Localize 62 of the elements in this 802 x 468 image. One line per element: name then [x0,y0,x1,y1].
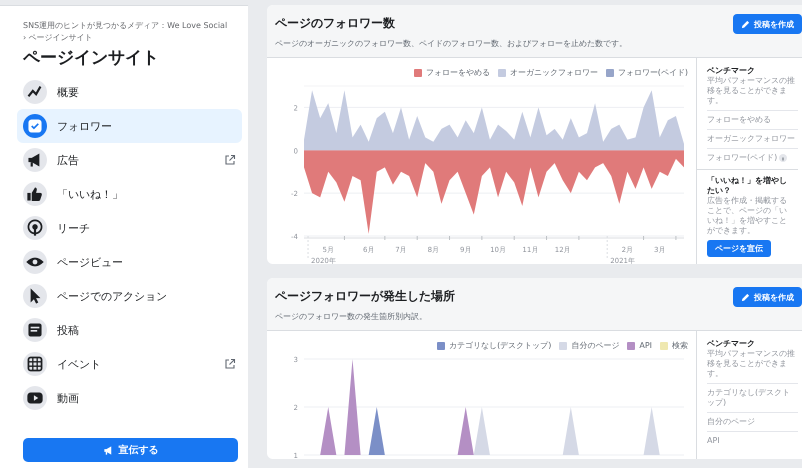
pencil-icon [741,292,750,302]
benchmark-metric: フォローをやめる [707,115,771,125]
sidebar-item-label: ページでのアクション [57,288,168,304]
card-description: ページのフォロワー数の発生箇所別内訳。 [275,311,428,322]
promo-description: 広告を作成・掲載することで、ページの「いいね！」を増やすことができます。 [707,196,788,236]
legend-label: 自分のページ [571,340,620,351]
thumbs-up-icon [23,182,47,206]
promote-page-button[interactable]: ページを宣伝 [707,240,771,257]
benchmark-metric: API [707,436,720,446]
breadcrumb-link[interactable]: SNS運用のヒントが見つかるメディア：We Love Social [23,20,248,32]
benchmark-metric: 自分のページ [707,417,755,427]
sidebar-item[interactable]: 広告 [17,143,242,177]
create-post-button[interactable]: 投稿を作成 [733,287,802,307]
breadcrumb-current: › ページインサイト [23,32,94,44]
document-icon [23,318,47,342]
benchmark-metric: フォロワー(ペイド) [707,153,778,163]
legend-label: フォロワー(ペイド) [618,67,688,78]
sidebar-item-label: ページビュー [57,254,124,270]
cursor-icon [23,284,47,308]
play-icon [23,386,47,410]
promote-button[interactable]: 宣伝する [23,438,238,462]
benchmark-title: ベンチマーク [707,339,756,349]
page-title: ページインサイト [22,47,160,70]
megaphone-icon [102,444,114,456]
card-title: ページのフォロワー数 [275,15,396,32]
sidebar-item-label: 動画 [57,390,80,406]
sidebar-item[interactable]: リーチ [17,211,242,245]
sidebar-item-label: リーチ [57,220,91,236]
sidebar-item-label: 投稿 [57,322,80,338]
legend-label: 検索 [672,340,688,351]
sidebar-item[interactable]: 動画 [17,381,242,415]
sidebar-item[interactable]: 投稿 [17,313,242,347]
benchmark-description: 平均パフォーマンスの推移を見ることができます。 [707,349,796,379]
sidebar-item-label: 広告 [57,152,80,168]
checkbox-icon [23,114,47,138]
broadcast-icon [23,216,47,240]
legend-label: フォローをやめる [426,67,490,78]
megaphone-icon [23,148,47,172]
sidebar-item-label: 「いいね！」 [57,186,124,202]
pencil-icon [741,20,750,28]
sidebar-item-label: 概要 [57,84,80,100]
benchmark-title: ベンチマーク [707,66,756,76]
card-title: ページフォロワーが発生した場所 [275,288,456,305]
benchmark-description: 平均パフォーマンスの推移を見ることができます。 [707,76,796,106]
sidebar-item-label: フォロワー [57,118,113,134]
sidebar-item[interactable]: イベント [17,347,242,381]
legend-label: オーガニックフォロワー [510,67,598,78]
benchmark-metric: オーガニックフォロワー [707,134,795,144]
sidebar-item[interactable]: 「いいね！」 [17,177,242,211]
legend-label: API [639,341,652,350]
promo-title: 「いいね！」を増やしたい？ [707,176,788,196]
eye-icon [23,250,47,274]
card-description: ページのオーガニックのフォロワー数、ペイドのフォロワー数、およびフォローを止めた数です。 [275,38,628,49]
sidebar-item[interactable]: ページでのアクション [17,279,242,313]
sidebar-item[interactable]: 概要 [17,75,242,109]
benchmark-metric: カテゴリなし(デスクトップ) [707,388,792,408]
sidebar-item-label: イベント [57,356,102,372]
sidebar-item[interactable]: フォロワー [17,109,242,143]
sidebar-item[interactable]: ページビュー [17,245,242,279]
create-post-button[interactable]: 投稿を作成 [733,14,802,34]
legend-label: カテゴリなし(デスクトップ) [449,340,552,351]
calendar-icon [23,352,47,376]
